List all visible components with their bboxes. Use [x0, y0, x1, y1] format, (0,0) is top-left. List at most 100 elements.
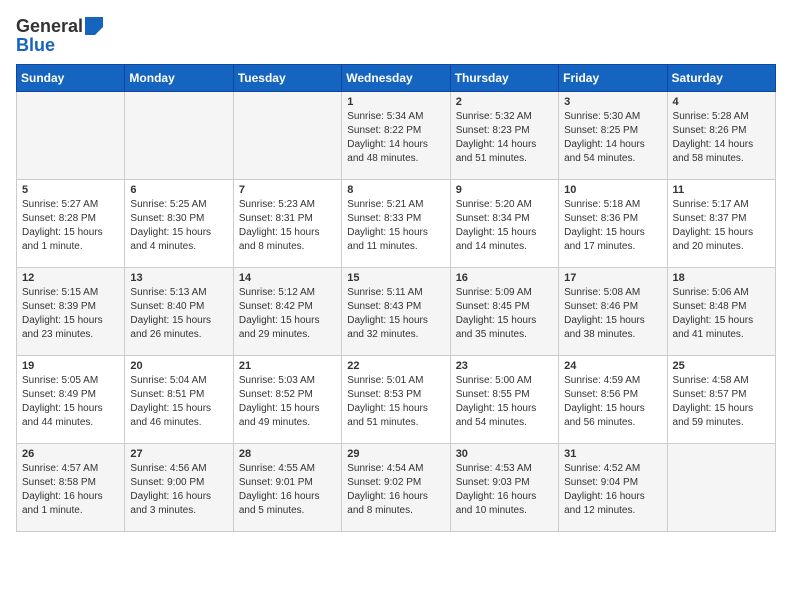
day-info: Sunrise: 4:55 AMSunset: 9:01 PMDaylight:…	[239, 462, 336, 518]
day-info: Sunrise: 5:17 AMSunset: 8:37 PMDaylight:…	[673, 198, 770, 254]
calendar-cell: 31Sunrise: 4:52 AMSunset: 9:04 PMDayligh…	[559, 444, 667, 532]
calendar-cell: 3 Sunrise: 5:30 AMSunset: 8:25 PMDaylight…	[559, 92, 667, 180]
day-info: Sunrise: 4:52 AMSunset: 9:04 PMDaylight:…	[564, 462, 661, 518]
calendar-cell: 16 Sunrise: 5:09 AMSunset: 8:45 PMDayligh…	[450, 268, 558, 356]
calendar-cell: 27 Sunrise: 4:56 AMSunset: 9:00 PMDayligh…	[125, 444, 233, 532]
day-number: 3	[564, 96, 661, 108]
day-info: Sunrise: 5:12 AMSunset: 8:42 PMDaylight:…	[239, 286, 336, 342]
calendar-cell	[667, 444, 775, 532]
calendar-week-2: 5 Sunrise: 5:27 AMSunset: 8:28 PMDaylight…	[17, 180, 776, 268]
calendar-cell: 6 Sunrise: 5:25 AMSunset: 8:30 PMDaylight…	[125, 180, 233, 268]
calendar-cell: 26 Sunrise: 4:57 AMSunset: 8:58 PMDayligh…	[17, 444, 125, 532]
calendar-header-row: SundayMondayTuesdayWednesdayThursdayFrid…	[17, 65, 776, 92]
calendar-cell: 25 Sunrise: 4:58 AMSunset: 8:57 PMDayligh…	[667, 356, 775, 444]
day-header-saturday: Saturday	[667, 65, 775, 92]
day-info: Sunrise: 4:54 AMSunset: 9:02 PMDaylight:…	[347, 462, 444, 518]
day-header-thursday: Thursday	[450, 65, 558, 92]
day-number: 26	[22, 448, 119, 460]
day-info: Sunrise: 5:00 AMSunset: 8:55 PMDaylight:…	[456, 374, 553, 430]
day-number: 2	[456, 96, 553, 108]
calendar-cell: 29 Sunrise: 4:54 AMSunset: 9:02 PMDayligh…	[342, 444, 450, 532]
day-number: 8	[347, 184, 444, 196]
day-info: Sunrise: 5:21 AMSunset: 8:33 PMDaylight:…	[347, 198, 444, 254]
day-number: 29	[347, 448, 444, 460]
day-info: Sunrise: 4:57 AMSunset: 8:58 PMDaylight:…	[22, 462, 119, 518]
logo-general-text: General	[16, 16, 83, 37]
calendar-cell: 12 Sunrise: 5:15 AMSunset: 8:39 PMDayligh…	[17, 268, 125, 356]
logo-blue-text: Blue	[16, 35, 55, 56]
day-info: Sunrise: 5:05 AMSunset: 8:49 PMDaylight:…	[22, 374, 119, 430]
calendar-cell: 24 Sunrise: 4:59 AMSunset: 8:56 PMDayligh…	[559, 356, 667, 444]
day-info: Sunrise: 5:25 AMSunset: 8:30 PMDaylight:…	[130, 198, 227, 254]
day-number: 15	[347, 272, 444, 284]
calendar-cell: 19 Sunrise: 5:05 AMSunset: 8:49 PMDayligh…	[17, 356, 125, 444]
calendar-table: SundayMondayTuesdayWednesdayThursdayFrid…	[16, 64, 776, 532]
day-number: 24	[564, 360, 661, 372]
day-number: 16	[456, 272, 553, 284]
day-number: 6	[130, 184, 227, 196]
calendar-cell: 28 Sunrise: 4:55 AMSunset: 9:01 PMDayligh…	[233, 444, 341, 532]
day-info: Sunrise: 5:06 AMSunset: 8:48 PMDaylight:…	[673, 286, 770, 342]
day-info: Sunrise: 5:20 AMSunset: 8:34 PMDaylight:…	[456, 198, 553, 254]
calendar-cell: 22 Sunrise: 5:01 AMSunset: 8:53 PMDayligh…	[342, 356, 450, 444]
day-number: 17	[564, 272, 661, 284]
day-info: Sunrise: 4:56 AMSunset: 9:00 PMDaylight:…	[130, 462, 227, 518]
day-number: 23	[456, 360, 553, 372]
day-number: 1	[347, 96, 444, 108]
calendar-week-4: 19 Sunrise: 5:05 AMSunset: 8:49 PMDayligh…	[17, 356, 776, 444]
day-header-wednesday: Wednesday	[342, 65, 450, 92]
calendar-cell: 8 Sunrise: 5:21 AMSunset: 8:33 PMDaylight…	[342, 180, 450, 268]
day-number: 30	[456, 448, 553, 460]
day-number: 11	[673, 184, 770, 196]
day-number: 19	[22, 360, 119, 372]
calendar-cell	[17, 92, 125, 180]
calendar-cell: 9 Sunrise: 5:20 AMSunset: 8:34 PMDaylight…	[450, 180, 558, 268]
calendar-cell: 17 Sunrise: 5:08 AMSunset: 8:46 PMDayligh…	[559, 268, 667, 356]
calendar-cell: 20Sunrise: 5:04 AMSunset: 8:51 PMDayligh…	[125, 356, 233, 444]
day-header-tuesday: Tuesday	[233, 65, 341, 92]
day-header-monday: Monday	[125, 65, 233, 92]
day-number: 21	[239, 360, 336, 372]
day-number: 7	[239, 184, 336, 196]
day-info: Sunrise: 5:09 AMSunset: 8:45 PMDaylight:…	[456, 286, 553, 342]
day-number: 10	[564, 184, 661, 196]
calendar-cell: 2Sunrise: 5:32 AMSunset: 8:23 PMDaylight…	[450, 92, 558, 180]
day-number: 13	[130, 272, 227, 284]
day-info: Sunrise: 5:03 AMSunset: 8:52 PMDaylight:…	[239, 374, 336, 430]
calendar-cell: 1 Sunrise: 5:34 AMSunset: 8:22 PMDaylight…	[342, 92, 450, 180]
day-number: 27	[130, 448, 227, 460]
calendar-cell: 14 Sunrise: 5:12 AMSunset: 8:42 PMDayligh…	[233, 268, 341, 356]
day-info: Sunrise: 4:58 AMSunset: 8:57 PMDaylight:…	[673, 374, 770, 430]
day-number: 18	[673, 272, 770, 284]
day-number: 25	[673, 360, 770, 372]
logo: General Blue	[16, 16, 103, 56]
day-info: Sunrise: 4:53 AMSunset: 9:03 PMDaylight:…	[456, 462, 553, 518]
day-info: Sunrise: 4:59 AMSunset: 8:56 PMDaylight:…	[564, 374, 661, 430]
day-info: Sunrise: 5:18 AMSunset: 8:36 PMDaylight:…	[564, 198, 661, 254]
day-info: Sunrise: 5:15 AMSunset: 8:39 PMDaylight:…	[22, 286, 119, 342]
day-info: Sunrise: 5:01 AMSunset: 8:53 PMDaylight:…	[347, 374, 444, 430]
day-number: 14	[239, 272, 336, 284]
day-info: Sunrise: 5:08 AMSunset: 8:46 PMDaylight:…	[564, 286, 661, 342]
day-number: 12	[22, 272, 119, 284]
day-header-sunday: Sunday	[17, 65, 125, 92]
day-number: 9	[456, 184, 553, 196]
day-info: Sunrise: 5:23 AMSunset: 8:31 PMDaylight:…	[239, 198, 336, 254]
page-header: General Blue	[16, 16, 776, 56]
calendar-cell: 10 Sunrise: 5:18 AMSunset: 8:36 PMDayligh…	[559, 180, 667, 268]
day-info: Sunrise: 5:34 AMSunset: 8:22 PMDaylight:…	[347, 110, 444, 166]
calendar-cell: 15 Sunrise: 5:11 AMSunset: 8:43 PMDayligh…	[342, 268, 450, 356]
day-info: Sunrise: 5:27 AMSunset: 8:28 PMDaylight:…	[22, 198, 119, 254]
calendar-cell: 7 Sunrise: 5:23 AMSunset: 8:31 PMDaylight…	[233, 180, 341, 268]
day-info: Sunrise: 5:30 AMSunset: 8:25 PMDaylight:…	[564, 110, 661, 166]
calendar-cell: 23 Sunrise: 5:00 AMSunset: 8:55 PMDayligh…	[450, 356, 558, 444]
calendar-cell: 21 Sunrise: 5:03 AMSunset: 8:52 PMDayligh…	[233, 356, 341, 444]
day-info: Sunrise: 5:04 AMSunset: 8:51 PMDaylight:…	[130, 374, 227, 430]
calendar-cell: 18 Sunrise: 5:06 AMSunset: 8:48 PMDayligh…	[667, 268, 775, 356]
day-number: 5	[22, 184, 119, 196]
day-info: Sunrise: 5:11 AMSunset: 8:43 PMDaylight:…	[347, 286, 444, 342]
day-number: 22	[347, 360, 444, 372]
calendar-cell	[125, 92, 233, 180]
day-number: 28	[239, 448, 336, 460]
calendar-cell: 4Sunrise: 5:28 AMSunset: 8:26 PMDaylight…	[667, 92, 775, 180]
